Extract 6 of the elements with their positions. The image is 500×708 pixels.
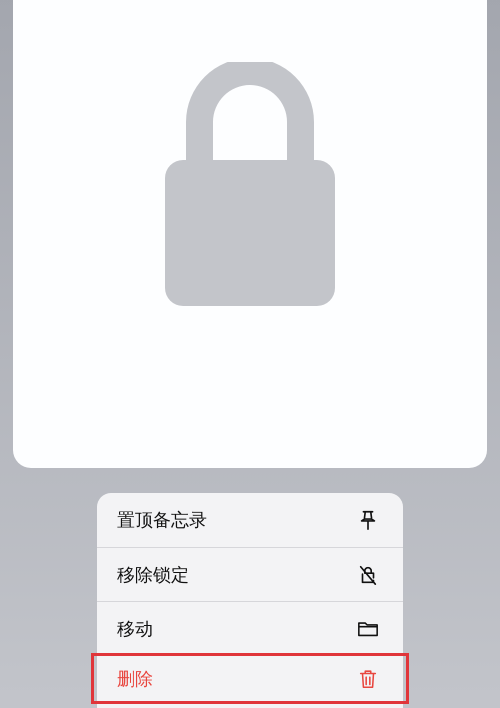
trash-icon [357,668,379,690]
menu-item[interactable]: 移动 [97,601,403,655]
menu-item[interactable]: 移除锁定 [97,547,403,601]
lock-slash-icon [357,564,379,586]
menu-item[interactable]: 置顶备忘录 [97,493,403,547]
menu-item[interactable]: 删除 [93,655,407,702]
